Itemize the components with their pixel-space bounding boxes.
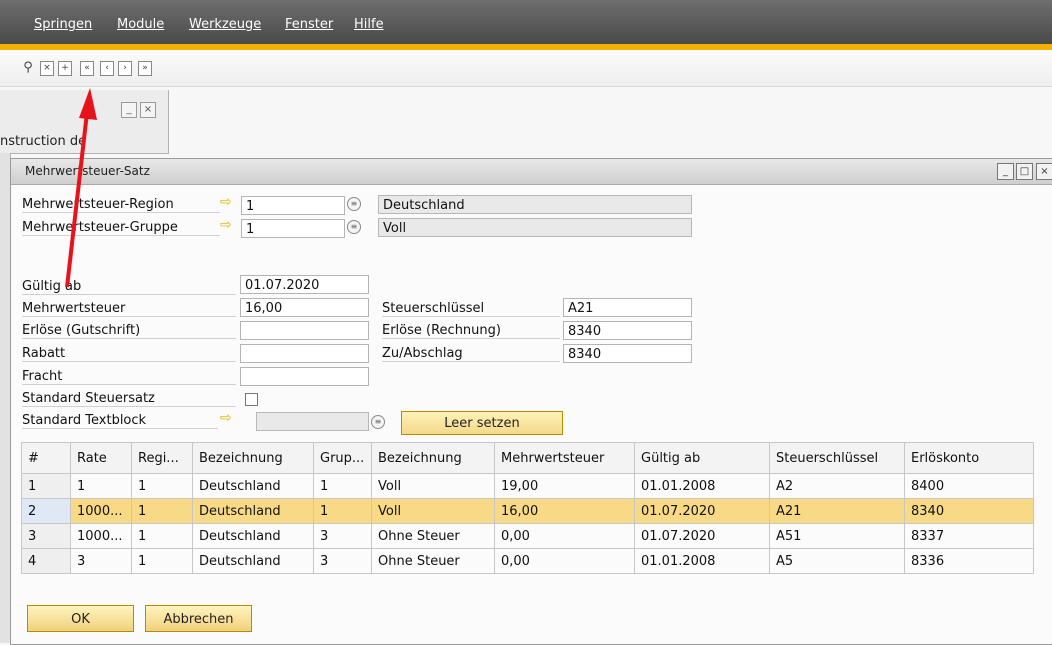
annotation-arrow-shaft <box>65 103 90 288</box>
annotation-arrow <box>65 88 97 288</box>
annotation-arrow-head <box>79 88 97 120</box>
